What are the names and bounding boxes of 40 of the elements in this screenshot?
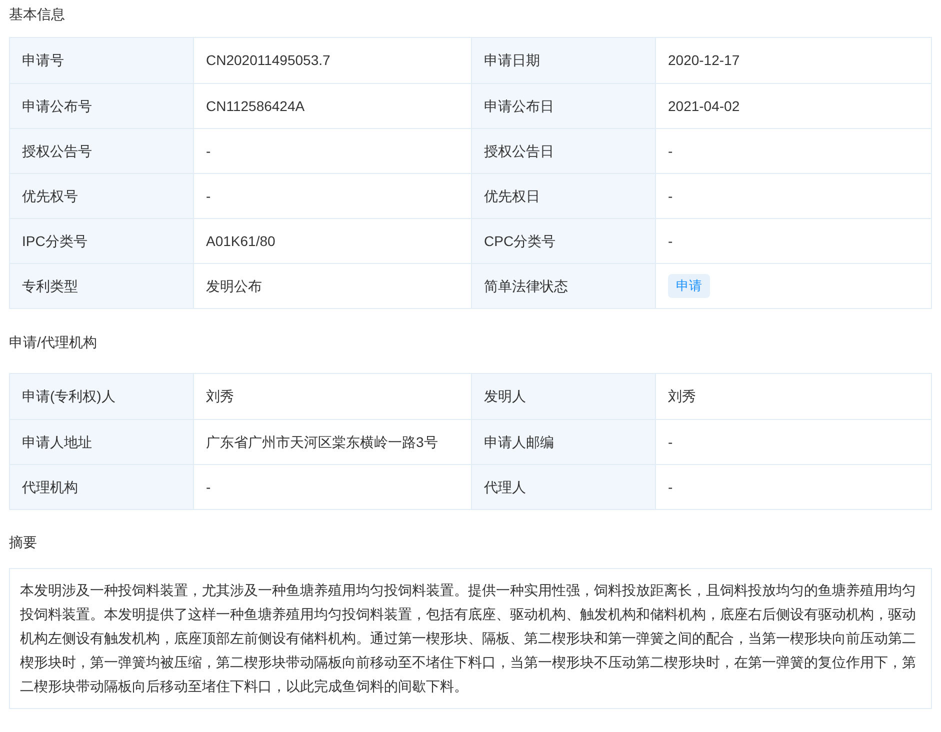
label-cell: 申请公布号 (10, 84, 194, 128)
field-value: CN112586424A (206, 96, 305, 116)
field-value: 2021-04-02 (668, 96, 740, 116)
label-cell: CPC分类号 (472, 219, 656, 263)
label-cell: 授权公告日 (472, 129, 656, 173)
field-value: - (668, 232, 673, 250)
field-value: - (668, 186, 673, 206)
field-value: - (668, 432, 673, 452)
label-cell: 专利类型 (10, 264, 194, 308)
abstract-text: 本发明涉及一种投饲料装置，尤其涉及一种鱼塘养殖用均匀投饲料装置。提供一种实用性强，饲料投放距离长，且饲料投放均匀的鱼塘养殖用均匀投饲料装置。本发明提供了这样一种鱼塘养殖用均匀投饲料装置，包括有底座、驱动机构、触发机构和储料机构，底座右后侧设有驱动机构，驱动机构左侧设有触发机构，底座顶部左前侧设有储料机构。通过第一楔形块、隔板、第二楔形块和第一弹簧之间的配合，当第一楔形块向前压动第二楔形块时，第一弹簧均被压缩，第二楔形块带动隔板向前移动至不堵住下料口，当第一楔形块不压动第二楔形块时，在第一弹簧的复位作用下，第二楔形块带动隔板向后移动至堵住下料口，以此完成鱼饲料的间歇下料。 (20, 581, 917, 696)
label-cell: 申请日期 (472, 38, 656, 83)
field-value: 2020-12-17 (668, 51, 740, 70)
status-badge: 申请 (668, 274, 710, 298)
field-value: - (668, 142, 673, 160)
field-value: 发明公布 (206, 276, 262, 296)
label-cell: 申请公布日 (472, 84, 656, 128)
label-cell: 优先权日 (472, 174, 656, 218)
label-cell: IPC分类号 (10, 219, 194, 263)
label-cell: 代理机构 (10, 465, 194, 509)
field-value: - (206, 478, 211, 496)
section-title: 基本信息 (9, 5, 65, 24)
section-title: 申请/代理机构 (9, 333, 97, 352)
field-value: CN202011495053.7 (206, 51, 330, 70)
label-cell: 代理人 (472, 465, 656, 509)
label-cell: 申请人地址 (10, 420, 194, 464)
label-cell: 申请(专利权)人 (10, 374, 194, 419)
field-value: 刘秀 (668, 387, 696, 406)
label-cell: 授权公告号 (10, 129, 194, 173)
label-cell: 申请人邮编 (472, 420, 656, 464)
label-cell: 发明人 (472, 374, 656, 419)
label-cell: 简单法律状态 (472, 264, 656, 308)
label-cell: 申请号 (10, 38, 194, 83)
section-title: 摘要 (9, 533, 37, 552)
field-value: 刘秀 (206, 387, 234, 406)
field-value: - (668, 478, 673, 496)
field-value: 广东省广州市天河区棠东横岭一路3号 (206, 432, 438, 452)
field-value: - (206, 142, 211, 160)
field-value: - (206, 186, 211, 206)
label-cell: 优先权号 (10, 174, 194, 218)
field-value: A01K61/80 (206, 232, 276, 250)
